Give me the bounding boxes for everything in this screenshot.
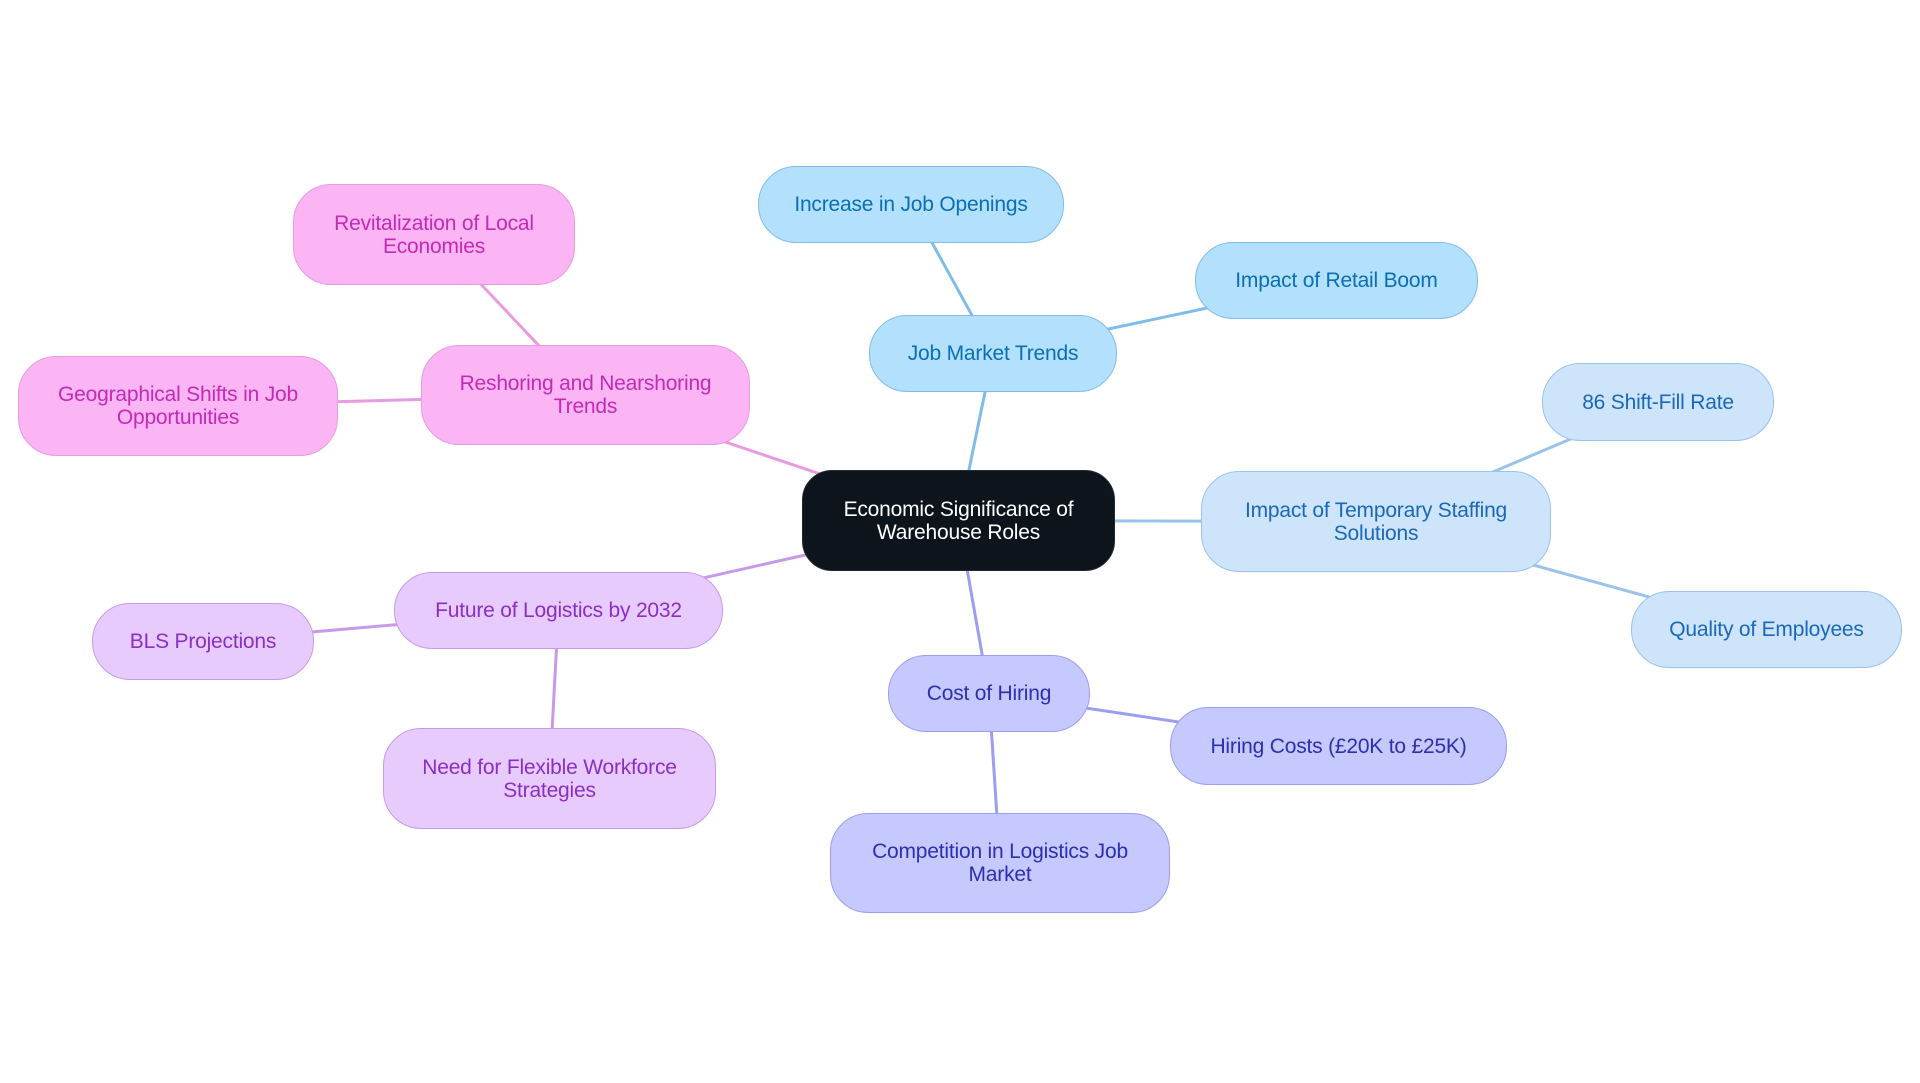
node-label: Impact of Retail Boom: [1235, 269, 1438, 292]
node-label: BLS Projections: [129, 630, 277, 653]
node-label: Job Market Trends: [907, 342, 1079, 365]
leaf-node-impact-of-retail-boom[interactable]: Impact of Retail Boom: [1195, 242, 1478, 319]
branch-node-job-market-trends[interactable]: Job Market Trends: [869, 315, 1117, 392]
node-label: Cost of Hiring: [926, 682, 1052, 705]
node-label: Competition in Logistics Job Market: [872, 840, 1128, 886]
node-label: Impact of Temporary Staffing Solutions: [1244, 498, 1508, 545]
node-label: Quality of Employees: [1669, 618, 1864, 641]
root-label: Economic Significance of Warehouse Roles: [843, 497, 1074, 544]
leaf-node-quality-of-employees[interactable]: Quality of Employees: [1631, 591, 1902, 668]
leaf-node-bls-projections[interactable]: BLS Projections: [92, 603, 314, 680]
node-label: Future of Logistics by 2032: [435, 599, 682, 622]
leaf-node-increase-in-job-openings[interactable]: Increase in Job Openings: [758, 166, 1064, 243]
leaf-node-geographical-shifts[interactable]: Geographical Shifts in Job Opportunities: [18, 356, 338, 456]
leaf-node-revitalization[interactable]: Revitalization of Local Economies: [293, 184, 575, 285]
branch-node-temporary-staffing[interactable]: Impact of Temporary Staffing Solutions: [1201, 471, 1551, 572]
branch-node-cost-of-hiring[interactable]: Cost of Hiring: [888, 655, 1090, 732]
root-node[interactable]: Economic Significance of Warehouse Roles: [802, 470, 1115, 571]
node-label: Hiring Costs (£20K to £25K): [1210, 734, 1467, 758]
leaf-node-competition-logistics[interactable]: Competition in Logistics Job Market: [830, 813, 1170, 913]
node-label: Reshoring and Nearshoring Trends: [459, 372, 712, 418]
leaf-node-flexible-workforce[interactable]: Need for Flexible Workforce Strategies: [383, 728, 716, 829]
node-label: 86 Shift-Fill Rate: [1582, 390, 1734, 414]
node-label: Geographical Shifts in Job Opportunities: [58, 383, 298, 429]
node-label: Need for Flexible Workforce Strategies: [422, 755, 677, 802]
branch-node-future-of-logistics[interactable]: Future of Logistics by 2032: [394, 572, 723, 649]
branch-node-reshoring-trends[interactable]: Reshoring and Nearshoring Trends: [421, 345, 750, 445]
leaf-node-shift-fill-rate[interactable]: 86 Shift-Fill Rate: [1542, 363, 1774, 441]
node-label: Increase in Job Openings: [794, 193, 1028, 216]
node-label: Revitalization of Local Economies: [334, 211, 534, 258]
leaf-node-hiring-costs[interactable]: Hiring Costs (£20K to £25K): [1170, 707, 1507, 785]
